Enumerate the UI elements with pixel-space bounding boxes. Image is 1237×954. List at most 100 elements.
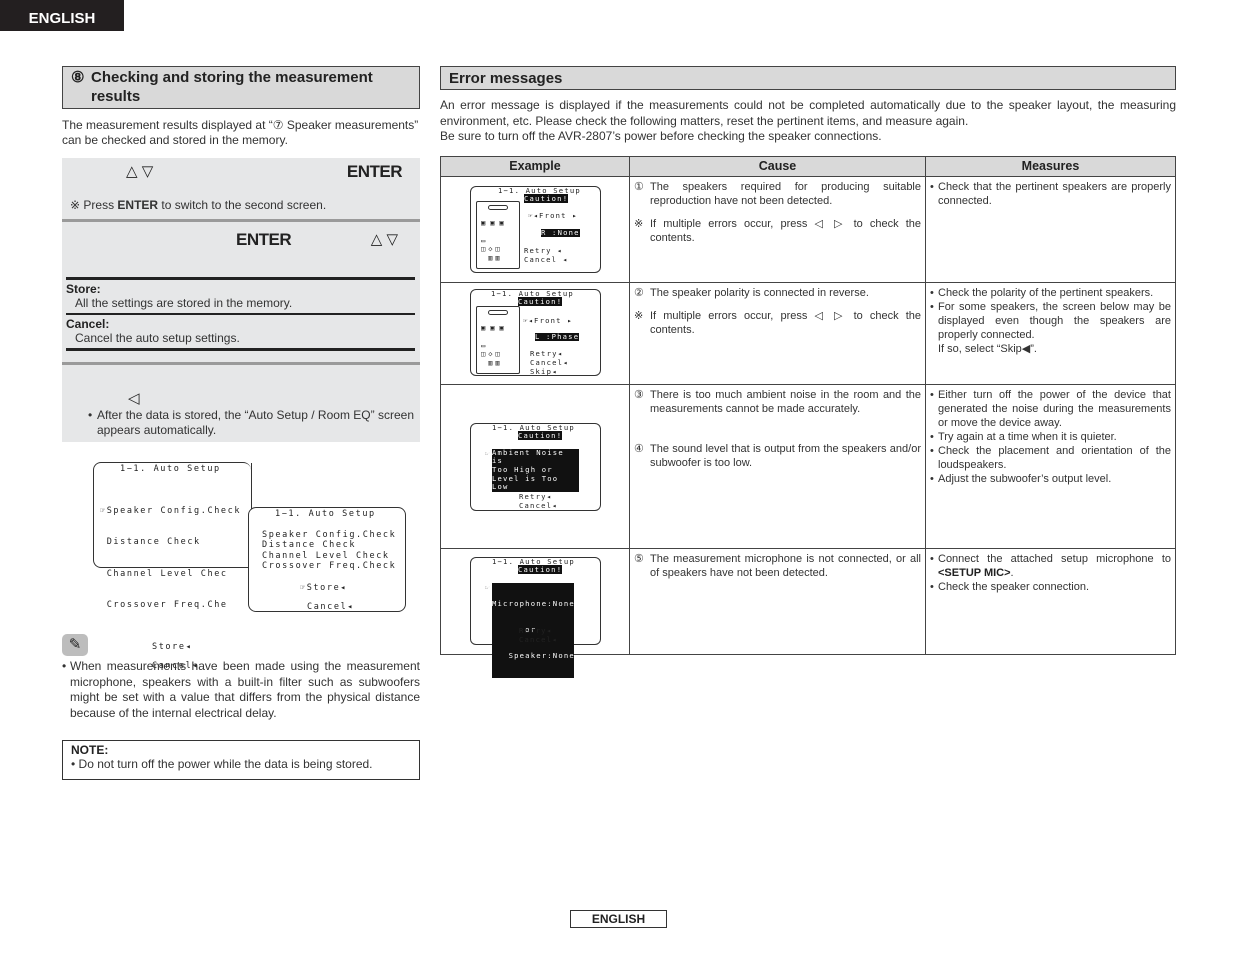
enter-key-label: ENTER [346, 162, 403, 181]
osd-line: Ambient Noise is [492, 447, 564, 466]
hint-text: When measurements have been made using t… [70, 659, 420, 721]
osd-menu: Speaker Config.Check Distance Check Chan… [249, 530, 405, 572]
left-arrow-icon: ◁ [128, 390, 140, 407]
measures-cell: • Either turn off the power of the device… [925, 383, 1176, 549]
divider [66, 277, 415, 280]
error-table: Example Cause Measures 1−1. Auto Setup C… [440, 155, 1176, 679]
osd-line: Channel Level Chec [100, 568, 228, 579]
right-column: Error messages An error message is displ… [440, 66, 1176, 679]
measure-text: Check that the pertinent speakers are pr… [938, 180, 1171, 207]
bullet: • [62, 659, 67, 673]
bullet: • [88, 408, 93, 422]
footer-language-label: ENGLISH [570, 910, 667, 928]
osd-error-screen: 1−1. Auto Setup Caution! ☞ Microphone:No… [470, 556, 601, 679]
note-text: to switch to the second screen. [158, 198, 327, 212]
note-item: • Do not turn off the power while the da… [71, 757, 373, 771]
cause-number: ① [634, 180, 644, 193]
osd-line: Distance Check [100, 537, 201, 547]
table-row: 1−1. Auto Setup Caution! ☞ Ambient Noise… [440, 383, 1176, 549]
speaker-layout-icon: ▣▣▣ ▭ ◫◇◫ ▥▥ [476, 200, 520, 269]
table-row: 1−1. Auto Setup Caution! ☞ Microphone:No… [440, 547, 1176, 679]
osd-screen-2: 1−1. Auto Setup Speaker Config.Check Dis… [248, 507, 406, 612]
table-header-row: Example Cause Measures [440, 155, 1176, 177]
osd-line: Distance Check [262, 540, 357, 550]
cause-text: If multiple errors occur, press ◁ ▷ to c… [650, 309, 921, 336]
measure-text: For some speakers, the screen below may … [938, 300, 1171, 355]
option-cancel-desc: Cancel the auto setup settings. [75, 331, 240, 345]
reference-mark-icon: ※ [634, 309, 644, 322]
option-store-desc: All the settings are stored in the memor… [75, 296, 293, 310]
section-heading-checking-storing: ⑧ Checking and storing the measurement re… [62, 66, 420, 109]
cause-number: ⑤ [634, 552, 644, 565]
osd-title: 1−1. Auto Setup [120, 464, 221, 474]
divider [66, 313, 415, 315]
cause-text: The speaker polarity is connected in rev… [650, 286, 869, 299]
language-tab: ENGLISH [0, 0, 124, 31]
osd-cancel: Cancel◂ [307, 602, 355, 612]
measures-cell: • Check the polarity of the pertinent spe… [925, 281, 1176, 385]
osd-skip: Skip◂ [530, 366, 558, 376]
osd-retry: Retry ◂ [524, 245, 563, 255]
step-1-note: ※ Press ENTER to switch to the second sc… [70, 198, 326, 212]
osd-retry: Retry◂ [519, 625, 553, 635]
enter-key-label: ENTER [117, 198, 159, 212]
osd-caution: Caution! [518, 431, 563, 441]
osd-store: Store◂ [152, 641, 193, 652]
cause-text: If multiple errors occur, press ◁ ▷ to c… [650, 217, 921, 244]
cause-cell: ⑤ The measurement microphone is not conne… [629, 547, 926, 655]
cause-text: The speakers required for producing suit… [650, 180, 921, 207]
osd-store: ☞Store◂ [300, 582, 348, 593]
osd-retry: Retry◂ [530, 348, 564, 358]
options-list: Store: All the settings are stored in th… [66, 277, 415, 351]
table-row: 1−1. Auto Setup Caution! ▣▣▣ ▭ ◫◇◫ ▥▥ ☞◂F… [440, 175, 1176, 283]
osd-caution: Caution! [524, 194, 569, 204]
osd-line: Microphone:None [492, 598, 575, 608]
example-cell: 1−1. Auto Setup Caution! ☞ Ambient Noise… [440, 383, 630, 549]
cause-text: The sound level that is output from the … [650, 442, 921, 469]
divider [66, 348, 415, 351]
osd-line: Channel Level Check [262, 550, 390, 561]
osd-channel-selector: ☞◂Front ▸ [523, 315, 573, 325]
step-3-panel: ◁ • After the data is stored, the “Auto … [62, 365, 420, 442]
example-cell: 1−1. Auto Setup Caution! ▣▣▣ ▭ ◫◇◫ ▥▥ ☞◂F… [440, 281, 630, 385]
measure-text: Check the placement and orientation of t… [938, 444, 1171, 471]
step-3-text: After the data is stored, the “Auto Setu… [97, 408, 414, 437]
table-row: 1−1. Auto Setup Caution! ▣▣▣ ▭ ◫◇◫ ▥▥ ☞◂F… [440, 281, 1176, 385]
measure-text: Check the speaker connection. [938, 580, 1090, 593]
column-header-measures: Measures [925, 155, 1176, 177]
osd-menu: ☞Speaker Config.Check Distance Check Cha… [94, 485, 251, 632]
step-2-panel: ENTER △ ▽ Store: All the settings are st… [62, 222, 420, 365]
note-text: Do not turn off the power while the data… [78, 757, 373, 771]
measures-cell: • Check that the pertinent speakers are p… [925, 175, 1176, 283]
measure-text: Connect the attached setup microphone to… [938, 552, 1171, 580]
column-header-cause: Cause [629, 155, 926, 177]
intro-paragraph: An error message is displayed if the mea… [440, 98, 1176, 128]
note-text: Press [80, 198, 118, 212]
osd-error-screen: 1−1. Auto Setup Caution! ☞ Ambient Noise… [470, 422, 601, 511]
osd-line: Speaker:None [492, 651, 575, 661]
cause-number: ③ [634, 388, 644, 401]
measure-text: Check the polarity of the pertinent spea… [938, 286, 1154, 299]
cause-number: ② [634, 286, 644, 299]
left-column: ⑧ Checking and storing the measurement re… [62, 66, 420, 442]
heading-line-1: Checking and storing the measurement [91, 69, 373, 86]
speaker-layout-icon: ▣▣▣ ▭ ◫◇◫ ▥▥ [476, 305, 520, 374]
osd-retry: Retry◂ [519, 491, 553, 501]
measure-text: Adjust the subwoofer’s output level. [938, 472, 1112, 485]
osd-caution: Caution! [518, 565, 563, 575]
cause-text: There is too much ambient noise in the r… [650, 388, 921, 415]
column-header-example: Example [440, 155, 630, 177]
reference-mark-icon: ※ [70, 198, 81, 212]
note-title: NOTE: [71, 743, 109, 757]
osd-screen-1: 1−1. Auto Setup ☞Speaker Config.Check Di… [93, 462, 252, 671]
osd-error-screen: 1−1. Auto Setup Caution! ▣▣▣ ▭ ◫◇◫ ▥▥ ☞◂F… [470, 185, 601, 273]
cause-cell: ③ There is too much ambient noise in the … [629, 383, 926, 549]
example-cell: 1−1. Auto Setup Caution! ☞ Microphone:No… [440, 547, 630, 679]
measure-text: Either turn off the power of the device … [938, 388, 1171, 429]
setup-mic-jack-label: <SETUP MIC> [938, 566, 1011, 579]
lead-paragraph: The measurement results displayed at “⑦ … [62, 118, 419, 147]
step-1-panel: △ ▽ ENTER ※ Press ENTER to switch to the… [62, 158, 420, 222]
up-down-arrows-icon: △ ▽ [126, 163, 154, 180]
note-box: NOTE: • Do not turn off the power while … [62, 740, 420, 780]
cause-cell: ① The speakers required for producing sui… [629, 175, 926, 283]
